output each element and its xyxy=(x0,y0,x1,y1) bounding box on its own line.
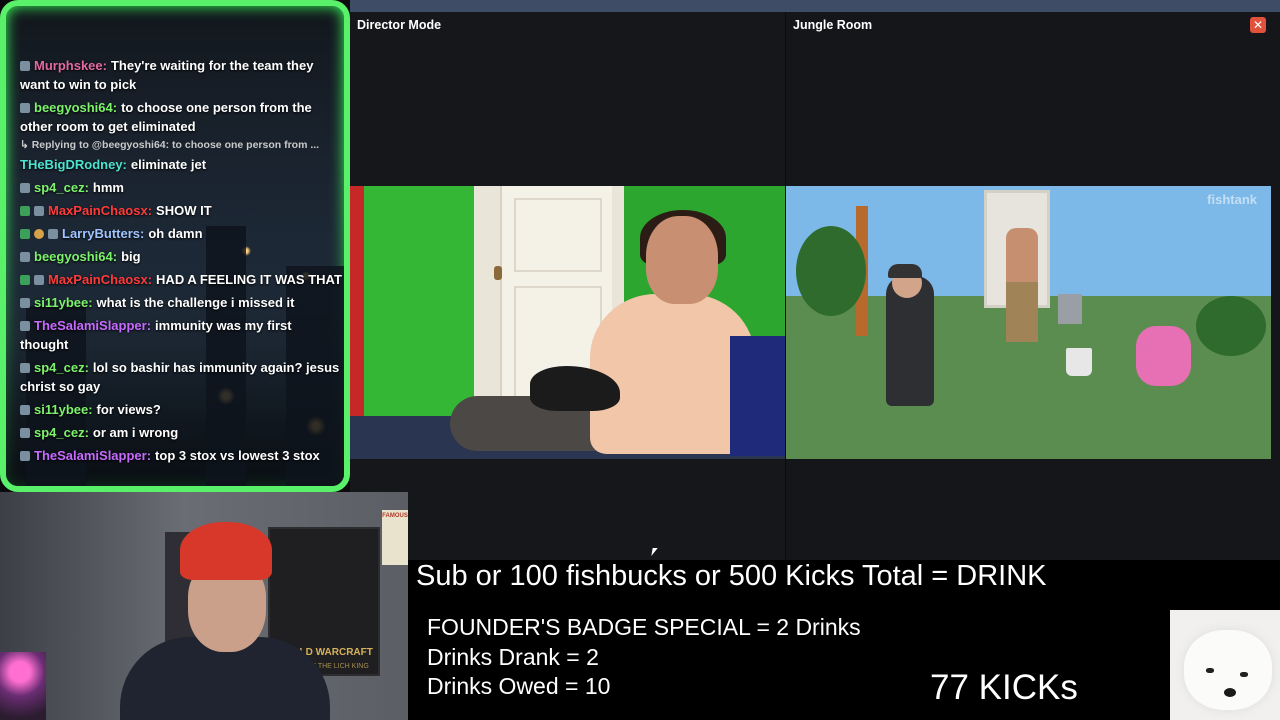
chat-badge-icon xyxy=(20,321,30,331)
chat-text: HAD A FEELING IT WAS THAT xyxy=(156,272,342,287)
chat-message: sp4_cez: or am i wrong xyxy=(20,423,342,442)
chat-badge-icon xyxy=(20,405,30,415)
scene-person-3 xyxy=(1136,326,1191,386)
chat-badge-icon xyxy=(20,275,30,285)
small-poster: FAMOUS xyxy=(382,510,408,565)
scene-pillow xyxy=(730,336,785,456)
panel-title-director-mode: Director Mode xyxy=(357,18,442,32)
close-icon: ✕ xyxy=(1252,18,1264,32)
chat-message: MaxPainChaosx: HAD A FEELING IT WAS THAT xyxy=(20,270,342,289)
chat-text: what is the challenge i missed it xyxy=(96,295,295,310)
chat-badge-icon xyxy=(20,61,30,71)
chat-message: sp4_cez: lol so bashir has immunity again… xyxy=(20,358,342,396)
scene-person-2-pants xyxy=(1006,282,1038,342)
jungle-room-panel: Jungle Room ✕ fishtank xyxy=(786,12,1280,560)
chat-username[interactable]: THeBigDRodney: xyxy=(20,157,127,172)
panel-title-jungle-room: Jungle Room xyxy=(793,18,873,32)
jungle-room-video[interactable]: fishtank xyxy=(786,186,1271,459)
scene-plant xyxy=(1196,296,1266,356)
chat-badge-icon xyxy=(20,428,30,438)
chat-message: beegyoshi64: big xyxy=(20,247,342,266)
scene-person-head xyxy=(646,216,718,304)
chat-username[interactable]: si11ybee: xyxy=(34,402,93,417)
chat-text: oh damn xyxy=(148,226,203,241)
chat-badge-icon xyxy=(34,275,44,285)
chat-username[interactable]: sp4_cez: xyxy=(34,180,89,195)
chat-badge-icon xyxy=(34,206,44,216)
scene-bucket xyxy=(1066,348,1092,376)
director-mode-panel: Director Mode xyxy=(350,12,785,560)
chat-username[interactable]: beegyoshi64: xyxy=(34,249,117,264)
scene-trash-bin xyxy=(1058,294,1082,324)
drinks-owed-text: Drinks Owed = 10 xyxy=(427,673,611,699)
dog-image xyxy=(1170,610,1280,720)
kicks-counter: 77 KICKs xyxy=(930,668,1078,707)
chat-username[interactable]: MaxPainChaosx: xyxy=(48,203,152,218)
scene-door-panel xyxy=(514,198,602,272)
chat-username[interactable]: si11ybee: xyxy=(34,295,93,310)
chat-text: top 3 stox vs lowest 3 stox xyxy=(155,448,320,463)
dog-eye xyxy=(1240,672,1248,677)
chat-username[interactable]: LarryButters: xyxy=(62,226,144,241)
chat-text: SHOW IT xyxy=(156,203,212,218)
chat-message: TheSalamiSlapper: immunity was my first t… xyxy=(20,316,342,354)
drink-rule-headline: Sub or 100 fishbucks or 500 Kicks Total … xyxy=(416,560,1047,592)
chat-message: beegyoshi64: to choose one person from th… xyxy=(20,98,342,136)
chat-username[interactable]: TheSalamiSlapper: xyxy=(34,318,151,333)
chat-username[interactable]: sp4_cez: xyxy=(34,360,89,375)
chat-text: for views? xyxy=(96,402,161,417)
scene-person-1-cap xyxy=(888,264,922,278)
scene-door-knob xyxy=(494,266,502,280)
chat-text: big xyxy=(121,249,141,264)
streamer-beanie xyxy=(180,522,272,580)
chat-message: THeBigDRodney: eliminate jet xyxy=(20,155,342,174)
drinks-drank-text: Drinks Drank = 2 xyxy=(427,644,599,670)
chat-message-list: Murphskee: They're waiting for the team t… xyxy=(20,56,342,469)
chat-badge-icon xyxy=(20,363,30,373)
chat-badge-icon xyxy=(20,252,30,262)
chat-badge-icon xyxy=(20,229,30,239)
chat-text: hmm xyxy=(92,180,124,195)
streamer-webcam: WORLD WARCRAFT WRATH OF THE LICH KING FA… xyxy=(0,492,408,720)
chat-username[interactable]: TheSalamiSlapper: xyxy=(34,448,151,463)
dog-face xyxy=(1184,630,1272,710)
top-strip xyxy=(350,0,1280,12)
scene-plant xyxy=(796,226,866,316)
chat-reply-indicator: ↳ Replying to @beegyoshi64: to choose on… xyxy=(20,139,320,151)
close-button[interactable]: ✕ xyxy=(1250,17,1266,33)
rgb-lamp xyxy=(0,652,46,720)
chat-badge-icon xyxy=(20,103,30,113)
chat-message: MaxPainChaosx: SHOW IT xyxy=(20,201,342,220)
chat-badge-icon xyxy=(20,451,30,461)
chat-message: TheSalamiSlapper: top 3 stox vs lowest 3 … xyxy=(20,446,342,465)
chat-message: si11ybee: for views? xyxy=(20,400,342,419)
dog-eye xyxy=(1206,668,1214,673)
chat-message: Murphskee: They're waiting for the team t… xyxy=(20,56,342,94)
chat-badge-icon xyxy=(20,206,30,216)
chat-username[interactable]: sp4_cez: xyxy=(34,425,89,440)
chat-overlay: Murphskee: They're waiting for the team t… xyxy=(0,0,350,492)
chat-badge-icon xyxy=(48,229,58,239)
chat-badge-icon xyxy=(20,298,30,308)
chat-message: LarryButters: oh damn xyxy=(20,224,342,243)
chat-username[interactable]: Murphskee: xyxy=(34,58,107,73)
director-mode-video[interactable] xyxy=(350,186,785,459)
chat-badge-icon xyxy=(34,229,44,239)
fishtank-watermark: fishtank xyxy=(1207,192,1257,207)
chat-username[interactable]: MaxPainChaosx: xyxy=(48,272,152,287)
chat-message: si11ybee: what is the challenge i missed … xyxy=(20,293,342,312)
chat-badge-icon xyxy=(20,183,30,193)
chat-text: or am i wrong xyxy=(92,425,179,440)
founders-badge-text: FOUNDER'S BADGE SPECIAL = 2 Drinks xyxy=(427,614,861,640)
chat-text: eliminate jet xyxy=(130,157,207,172)
dog-nose xyxy=(1224,688,1236,697)
chat-username[interactable]: beegyoshi64: xyxy=(34,100,117,115)
chat-message: sp4_cez: hmm xyxy=(20,178,342,197)
